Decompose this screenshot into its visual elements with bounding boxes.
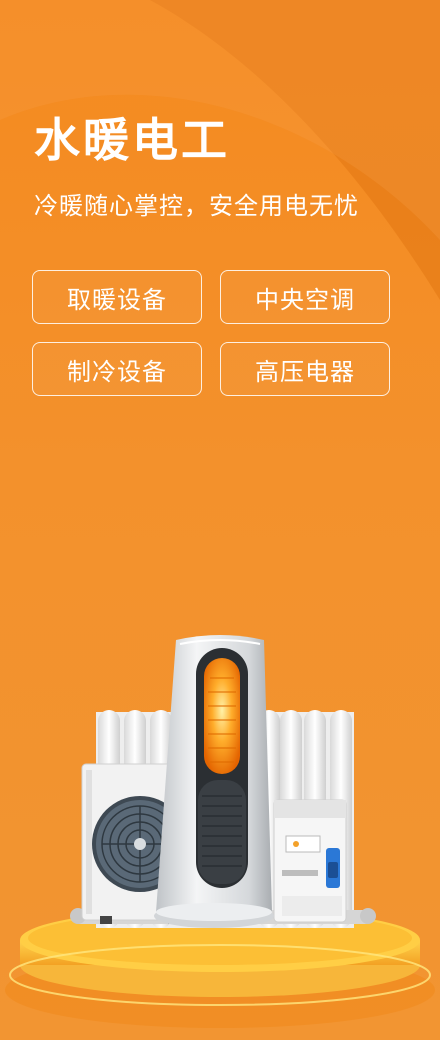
page-title: 水暖电工	[34, 113, 230, 167]
category-high-voltage-button[interactable]: 高压电器	[220, 342, 390, 396]
category-central-ac-button[interactable]: 中央空调	[220, 270, 390, 324]
category-heating-button[interactable]: 取暖设备	[32, 270, 202, 324]
product-illustration	[5, 635, 435, 1028]
tower-heater-icon	[154, 635, 274, 928]
circuit-breaker-icon	[273, 799, 347, 923]
category-cooling-button[interactable]: 制冷设备	[32, 342, 202, 396]
page-subtitle: 冷暖随心掌控，安全用电无忧	[34, 192, 359, 220]
